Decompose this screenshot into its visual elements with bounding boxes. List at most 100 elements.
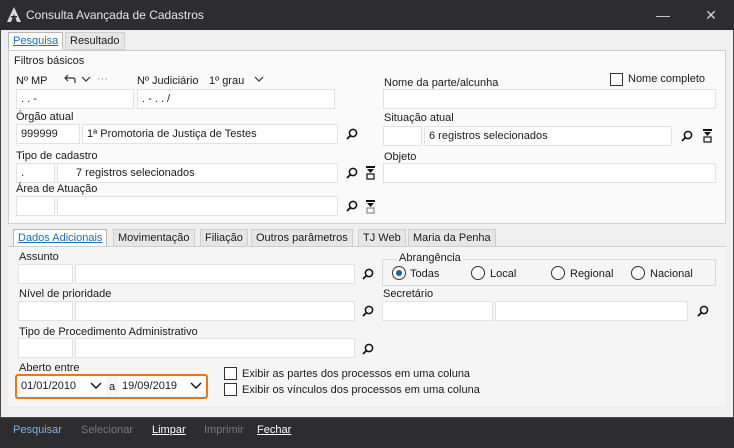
tipo-cadastro-input[interactable]: 7 registros selecionados [57, 163, 338, 183]
pesquisar-label: Pesquisar [13, 424, 62, 436]
tab-maria-da-penha-label: Maria da Penha [413, 232, 491, 244]
assunto-label: Assunto [19, 251, 59, 263]
pesquisar-button[interactable]: Pesquisar [13, 424, 62, 436]
radio-local[interactable] [471, 266, 485, 280]
grau-select[interactable]: 1º grau [209, 75, 244, 87]
exibir-partes-checkbox[interactable] [224, 367, 237, 380]
tab-outros-parametros-label: Outros parâmetros [256, 232, 348, 244]
radio-regional[interactable] [551, 266, 565, 280]
selecionar-button[interactable]: Selecionar [81, 424, 133, 436]
area-search-icon[interactable] [346, 200, 358, 212]
objeto-label: Objeto [384, 151, 417, 163]
secretario-search-icon[interactable] [697, 305, 709, 317]
secretario-label: Secretário [383, 288, 434, 300]
nome-parte-input[interactable] [383, 89, 716, 109]
exibir-partes-label: Exibir as partes dos processos em uma co… [242, 368, 471, 380]
assunto-code-input[interactable] [18, 264, 73, 284]
tab-dados-adicionais[interactable]: Dados Adicionais [13, 229, 108, 247]
tab-tj-web-label: TJ Web [363, 232, 401, 244]
minimize-icon[interactable]: — [655, 7, 671, 23]
undo-icon[interactable] [64, 74, 76, 84]
tab-filiacao[interactable]: Filiação [200, 229, 248, 247]
radio-todas-label: Todas [410, 268, 440, 280]
imprimir-button[interactable]: Imprimir [204, 424, 244, 436]
nivel-input[interactable] [75, 301, 355, 321]
filtros-basicos-legend: Filtros básicos [14, 55, 85, 67]
orgao-input[interactable]: 1ª Promotoria de Justiça de Testes [82, 124, 338, 144]
close-icon[interactable]: ✕ [703, 7, 719, 23]
fechar-button[interactable]: Fechar [257, 424, 291, 436]
date-to-dropdown-icon[interactable] [190, 382, 202, 390]
tipo-cadastro-filter-icon[interactable] [366, 166, 375, 180]
tipo-cadastro-label: Tipo de cadastro [16, 150, 98, 162]
aberto-label: Aberto entre [19, 362, 80, 374]
tab-movimentacao[interactable]: Movimentação [113, 229, 195, 247]
situacao-code-input[interactable] [383, 126, 422, 146]
tipo-proc-code-input[interactable] [18, 338, 73, 358]
orgao-label: Órgão atual [16, 111, 74, 123]
exibir-vinculos-label: Exibir os vínculos dos processos em uma … [242, 384, 480, 396]
radio-nacional[interactable] [631, 266, 645, 280]
selecionar-label: Selecionar [81, 424, 133, 436]
abrangencia-legend: Abrangência [397, 252, 463, 264]
tab-tj-web[interactable]: TJ Web [358, 229, 406, 247]
limpar-label: Limpar [152, 424, 186, 436]
nivel-code-input[interactable] [18, 301, 73, 321]
radio-regional-label: Regional [570, 268, 614, 280]
assunto-input[interactable] [75, 264, 355, 284]
app-logo-icon [7, 7, 21, 22]
tab-pesquisa[interactable]: Pesquisa [8, 32, 64, 50]
nivel-label: Nível de prioridade [19, 288, 112, 300]
imprimir-label: Imprimir [204, 424, 244, 436]
tipo-cadastro-code-input[interactable]: . [16, 163, 55, 183]
situacao-filter-icon[interactable] [703, 129, 712, 143]
nmp-label: Nº MP [16, 75, 48, 87]
tab-maria-da-penha[interactable]: Maria da Penha [408, 229, 496, 247]
situacao-search-icon[interactable] [681, 130, 693, 142]
tab-movimentacao-label: Movimentação [118, 232, 190, 244]
orgao-code-input[interactable]: 999999 [16, 124, 80, 144]
objeto-input[interactable] [383, 163, 716, 183]
tab-filiacao-label: Filiação [205, 232, 243, 244]
date-separator: a [109, 381, 116, 393]
secretario-input[interactable] [495, 301, 688, 321]
nj-label: Nº Judiciário [137, 75, 199, 87]
situacao-label: Situação atual [384, 112, 454, 124]
fechar-label: Fechar [257, 424, 292, 436]
more-icon[interactable]: ··· [97, 73, 108, 85]
date-to-value: 19/09/2019 [122, 380, 178, 392]
radio-todas[interactable] [392, 266, 406, 280]
tipo-cadastro-search-icon[interactable] [346, 167, 358, 179]
situacao-input[interactable]: 6 registros selecionados [424, 126, 672, 146]
tab-dados-adicionais-label: Dados Adicionais [18, 232, 103, 244]
area-label: Área de Atuação [16, 183, 98, 195]
tipo-proc-search-icon[interactable] [362, 343, 374, 355]
nj-input[interactable]: . - . . / [137, 89, 335, 109]
window-title: Consulta Avançada de Cadastros [26, 8, 204, 22]
area-input[interactable] [57, 196, 338, 216]
radio-local-label: Local [490, 268, 517, 280]
tab-resultado-label: Resultado [70, 35, 120, 47]
tipo-proc-label: Tipo de Procedimento Administrativo [19, 326, 198, 338]
tipo-proc-input[interactable] [75, 338, 355, 358]
nome-parte-label: Nome da parte/alcunha [384, 77, 499, 89]
orgao-search-icon[interactable] [346, 128, 358, 140]
secretario-code-input[interactable] [382, 301, 493, 321]
tab-resultado[interactable]: Resultado [65, 32, 125, 50]
date-from-value: 01/01/2010 [21, 380, 77, 392]
tab-outros-parametros[interactable]: Outros parâmetros [251, 229, 353, 247]
area-filter-icon[interactable] [366, 200, 375, 214]
limpar-button[interactable]: Limpar [152, 424, 186, 436]
assunto-search-icon[interactable] [362, 268, 374, 280]
exibir-vinculos-checkbox[interactable] [224, 383, 237, 396]
nome-completo-checkbox[interactable] [610, 73, 623, 86]
chevron-down-icon[interactable] [81, 75, 91, 83]
area-code-input[interactable] [16, 196, 55, 216]
grau-chevron-icon[interactable] [254, 75, 264, 83]
nmp-input[interactable]: . . - [16, 89, 134, 109]
radio-nacional-label: Nacional [650, 268, 693, 280]
tab-pesquisa-label: Pesquisa [13, 35, 59, 47]
nivel-search-icon[interactable] [362, 305, 374, 317]
title-bar: Consulta Avançada de Cadastros — ✕ [0, 0, 734, 30]
date-from-dropdown-icon[interactable] [90, 382, 102, 390]
